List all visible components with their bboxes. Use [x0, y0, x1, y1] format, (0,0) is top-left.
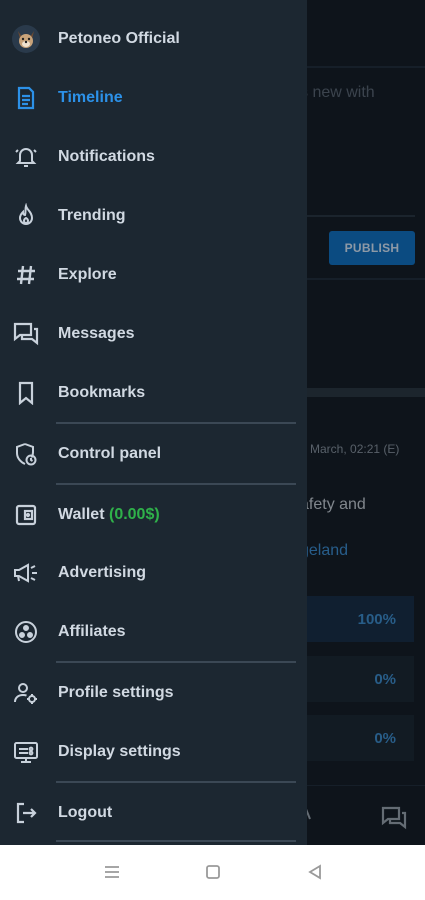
- menu-label-advertising: Advertising: [58, 564, 147, 581]
- bell-icon: [12, 143, 40, 171]
- menu-label-wallet: Wallet (0.00$): [58, 506, 160, 524]
- menu-label-messages: Messages: [58, 325, 135, 342]
- menu-label-affiliates: Affiliates: [58, 623, 126, 640]
- menu-label-bookmarks: Bookmarks: [58, 384, 146, 401]
- avatar: [12, 25, 40, 53]
- user-settings-icon: [12, 679, 40, 707]
- home-icon[interactable]: [202, 861, 224, 883]
- menu-item-control-panel[interactable]: Control panel: [0, 428, 307, 480]
- affiliates-icon: [12, 618, 40, 646]
- menu-item-explore[interactable]: Explore: [0, 249, 307, 301]
- menu-item-trending[interactable]: Trending: [0, 190, 307, 242]
- menu-item-affiliates[interactable]: Affiliates: [0, 606, 307, 658]
- menu-label-trending: Trending: [58, 207, 126, 224]
- menu-item-display-settings[interactable]: Display settings: [0, 726, 307, 778]
- menu-item-advertising[interactable]: Advertising: [0, 547, 307, 599]
- menu-label-timeline: Timeline: [58, 89, 123, 106]
- menu-divider: [56, 483, 296, 485]
- messages-icon: [12, 320, 40, 348]
- recent-apps-icon[interactable]: [101, 861, 123, 883]
- bookmark-icon: [12, 379, 40, 407]
- menu-item-timeline[interactable]: Timeline: [0, 72, 307, 124]
- menu-label-notifications: Notifications: [58, 148, 155, 165]
- navigation-drawer: Petoneo Official Timeline Notifications …: [0, 0, 307, 845]
- control-panel-icon: [12, 440, 40, 468]
- menu-label-display-settings: Display settings: [58, 743, 181, 760]
- menu-label-explore: Explore: [58, 266, 117, 283]
- wallet-balance: (0.00$): [108, 506, 160, 523]
- megaphone-icon: [12, 559, 40, 587]
- menu-item-profile-settings[interactable]: Profile settings: [0, 667, 307, 719]
- hashtag-icon: [12, 261, 40, 289]
- wallet-label: Wallet: [58, 506, 105, 523]
- menu-item-notifications[interactable]: Notifications: [0, 131, 307, 183]
- timeline-icon: [12, 84, 40, 112]
- back-icon[interactable]: [304, 861, 326, 883]
- logout-icon: [12, 799, 40, 827]
- menu-divider: [56, 840, 296, 842]
- profile-header[interactable]: Petoneo Official: [0, 13, 307, 65]
- menu-item-bookmarks[interactable]: Bookmarks: [0, 367, 307, 419]
- wallet-icon: [12, 501, 40, 529]
- menu-label-profile-settings: Profile settings: [58, 684, 174, 701]
- menu-item-wallet[interactable]: Wallet (0.00$): [0, 489, 307, 541]
- menu-label-logout: Logout: [58, 804, 113, 821]
- menu-divider: [56, 422, 296, 424]
- system-navigation-bar: [0, 845, 425, 900]
- profile-name: Petoneo Official: [58, 30, 180, 47]
- menu-item-logout[interactable]: Logout: [0, 787, 307, 839]
- menu-item-messages[interactable]: Messages: [0, 308, 307, 360]
- menu-divider: [56, 781, 296, 783]
- flame-icon: [12, 202, 40, 230]
- menu-divider: [56, 661, 296, 663]
- menu-label-control-panel: Control panel: [58, 445, 162, 462]
- display-settings-icon: [12, 738, 40, 766]
